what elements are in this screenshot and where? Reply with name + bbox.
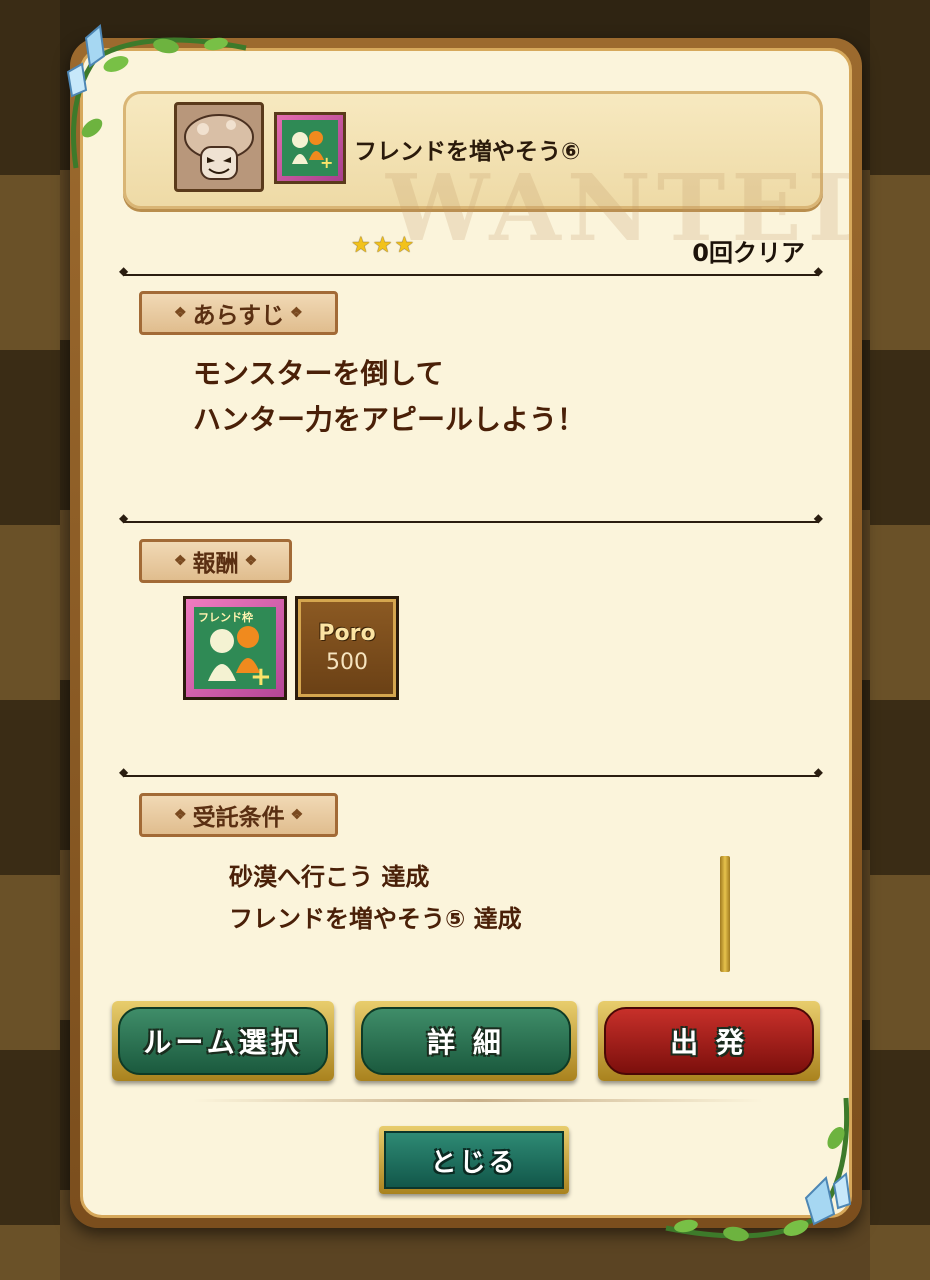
reward-ribbon: ❖ 報酬 ❖ xyxy=(139,539,293,583)
condition-item: フレンドを増やそう⑤ 達成 xyxy=(229,905,522,933)
svg-text:+: + xyxy=(250,662,272,689)
ornament-icon: ❖ xyxy=(290,305,303,321)
ornament-icon: ❖ xyxy=(174,553,187,569)
reward-poro[interactable]: Poro 500 xyxy=(295,596,399,700)
divider xyxy=(119,511,823,525)
ornament-icon: ❖ xyxy=(244,553,258,569)
details-label: 詳 細 xyxy=(361,1007,571,1075)
reward-title: 報酬 xyxy=(192,550,239,577)
room-select-label: ルーム選択 xyxy=(118,1007,328,1075)
quest-dialog: WANTED + フレンドを増やそう⑥ ★★★ 0回クリア ◆ ◆ ❖ あらすじ… xyxy=(70,38,862,1228)
ornament-icon: ❖ xyxy=(174,305,187,321)
clear-count: 0回クリア xyxy=(692,239,805,267)
story-text: モンスターを倒して ハンター力をアピールしよう！ xyxy=(193,351,585,443)
background-left-stripe xyxy=(0,0,60,1280)
quest-dialog-panel: WANTED + フレンドを増やそう⑥ ★★★ 0回クリア ◆ ◆ ❖ あらすじ… xyxy=(80,48,852,1218)
story-line: モンスターを倒して xyxy=(193,357,444,390)
vine-top-left-decoration xyxy=(66,24,247,169)
story-title: あらすじ xyxy=(192,302,285,329)
reward-friend-slot[interactable]: フレンド枠 + xyxy=(183,596,287,700)
reward-friend-label: フレンド枠 xyxy=(198,610,253,624)
story-line: ハンター力をアピールしよう！ xyxy=(193,403,586,436)
condition-item: 砂漠へ行こう 達成 xyxy=(229,863,430,891)
close-label: とじる xyxy=(384,1131,564,1189)
conditions-list: 砂漠へ行こう 達成 フレンドを増やそう⑤ 達成 xyxy=(229,856,522,940)
difficulty-stars: ★★★ xyxy=(351,233,417,258)
conditions-ribbon: ❖ 受託条件 ❖ xyxy=(139,793,339,837)
ornament-icon: ❖ xyxy=(290,807,304,823)
friend-slot-icon: + xyxy=(274,112,346,184)
svg-text:+: + xyxy=(320,153,333,172)
divider xyxy=(119,765,823,779)
divider xyxy=(119,264,823,278)
background-right-stripe xyxy=(870,0,930,1280)
poro-label: Poro xyxy=(318,621,376,646)
quest-title: フレンドを増やそう⑥ xyxy=(354,139,581,165)
close-button[interactable]: とじる xyxy=(379,1126,569,1194)
depart-button[interactable]: 出 発 xyxy=(598,1001,820,1081)
room-select-button[interactable]: ルーム選択 xyxy=(112,1001,334,1081)
vine-bottom-right-decoration xyxy=(665,1097,852,1242)
story-ribbon: ❖ あらすじ ❖ xyxy=(139,291,338,335)
ornament-icon: ❖ xyxy=(174,807,187,823)
conditions-title: 受託条件 xyxy=(192,804,285,831)
depart-label: 出 発 xyxy=(604,1007,814,1075)
details-button[interactable]: 詳 細 xyxy=(355,1001,577,1081)
conditions-scrollbar[interactable] xyxy=(720,856,730,972)
poro-amount: 500 xyxy=(326,650,368,675)
